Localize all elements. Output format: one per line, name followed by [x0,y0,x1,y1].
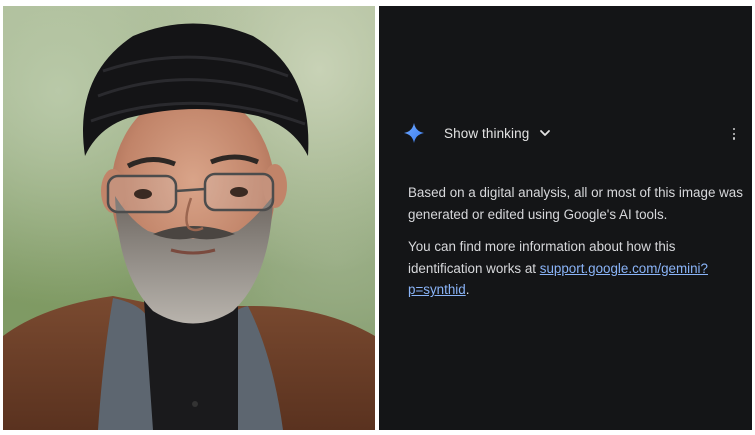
gemini-response-panel: Show thinking Based on a digital analysi… [379,6,752,430]
response-paragraph-1: Based on a digital analysis, all or most… [408,185,743,222]
portrait-photo [3,6,375,430]
thinking-header: Show thinking [403,122,551,144]
show-thinking-label: Show thinking [444,125,530,141]
show-thinking-toggle[interactable]: Show thinking [444,126,551,141]
chevron-down-icon [539,127,551,139]
more-vert-icon[interactable] [732,128,736,142]
response-paragraph-2: You can find more information about how … [408,236,744,301]
portrait-illustration [3,23,375,430]
response-body: Based on a digital analysis, all or most… [408,182,744,312]
paragraph-2-suffix: . [465,282,470,297]
sparkle-icon [403,122,425,144]
